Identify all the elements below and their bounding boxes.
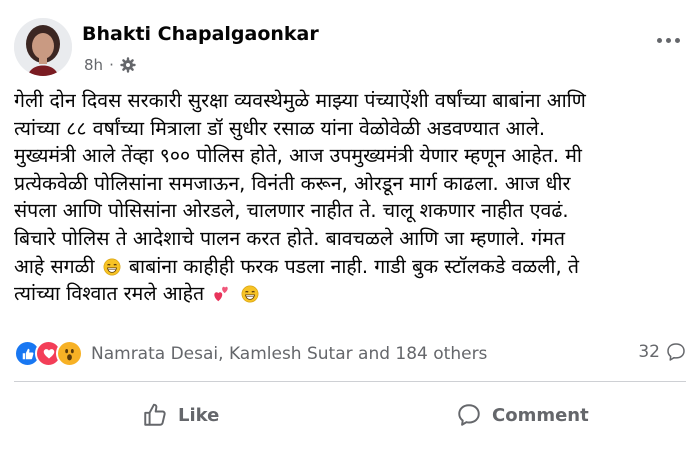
post-line-part: त्यांच्या विश्वात रमले आहेत xyxy=(14,282,205,306)
reaction-names[interactable]: Namrata Desai, Kamlesh Sutar and 184 oth… xyxy=(91,344,487,364)
meta-separator: · xyxy=(109,56,114,74)
post-line-part: बाबांना काहीही फरक पडला नाही. गाडी बुक स… xyxy=(128,254,579,278)
post-text: गेली दोन दिवस सरकारी सुरक्षा व्यवस्थेमुळ… xyxy=(14,87,686,308)
thumbs-up-icon xyxy=(144,403,166,426)
more-options-icon[interactable] xyxy=(657,38,680,43)
author-avatar[interactable] xyxy=(14,18,72,76)
two-hearts-icon xyxy=(214,286,229,302)
post-line-part: आहे सगळी xyxy=(14,254,95,278)
post-line: मुख्यमंत्री आले तेंव्हा ९०० पोलिस होते, … xyxy=(14,144,582,168)
more-dot xyxy=(666,38,671,43)
author-name[interactable]: Bhakti Chapalgaonkar xyxy=(82,23,319,45)
comment-count[interactable]: 32 xyxy=(638,342,686,362)
post-line: त्यांच्या ८८ वर्षांच्या मित्राला डॉ सुधी… xyxy=(14,116,546,140)
comment-label: Comment xyxy=(492,404,589,426)
like-label: Like xyxy=(178,404,220,426)
comment-button[interactable]: Comment xyxy=(456,395,589,435)
gear-icon[interactable] xyxy=(120,57,136,73)
post-line: प्रत्येकवेळी पोलिसांना समजाऊन, विनंती कर… xyxy=(14,171,571,195)
like-button[interactable]: Like xyxy=(142,395,219,435)
post-line: संपला आणि पोसिसांना ओरडले, चालणार नाहीत … xyxy=(14,199,569,223)
reactions-summary[interactable]: Namrata Desai, Kamlesh Sutar and 184 oth… xyxy=(14,340,487,367)
comment-count-value: 32 xyxy=(638,342,660,362)
post-time[interactable]: 8h xyxy=(84,56,103,74)
more-dot xyxy=(657,38,662,43)
post-card: Bhakti Chapalgaonkar 8h · गेली दोन दिवस … xyxy=(0,0,700,450)
post-meta: 8h · xyxy=(84,56,136,74)
avatar-photo xyxy=(14,18,72,76)
post-line: त्यांच्या विश्वात रमले आहेत xyxy=(14,280,686,308)
more-dot xyxy=(675,38,680,43)
wow-reaction-icon xyxy=(56,340,83,367)
grin-emoji-icon xyxy=(103,258,121,276)
actions-divider xyxy=(14,381,686,382)
post-line: गेली दोन दिवस सरकारी सुरक्षा व्यवस्थेमुळ… xyxy=(14,89,586,112)
comment-bubble-icon xyxy=(667,343,685,361)
grin-emoji-icon xyxy=(241,285,259,303)
comment-icon xyxy=(458,404,480,426)
post-line: बिचारे पोलिस ते आदेशाचे पालन करत होते. ब… xyxy=(14,226,566,250)
post-line: आहे सगळी बाबांना काहीही फरक पडला नाही. ग… xyxy=(14,253,686,281)
